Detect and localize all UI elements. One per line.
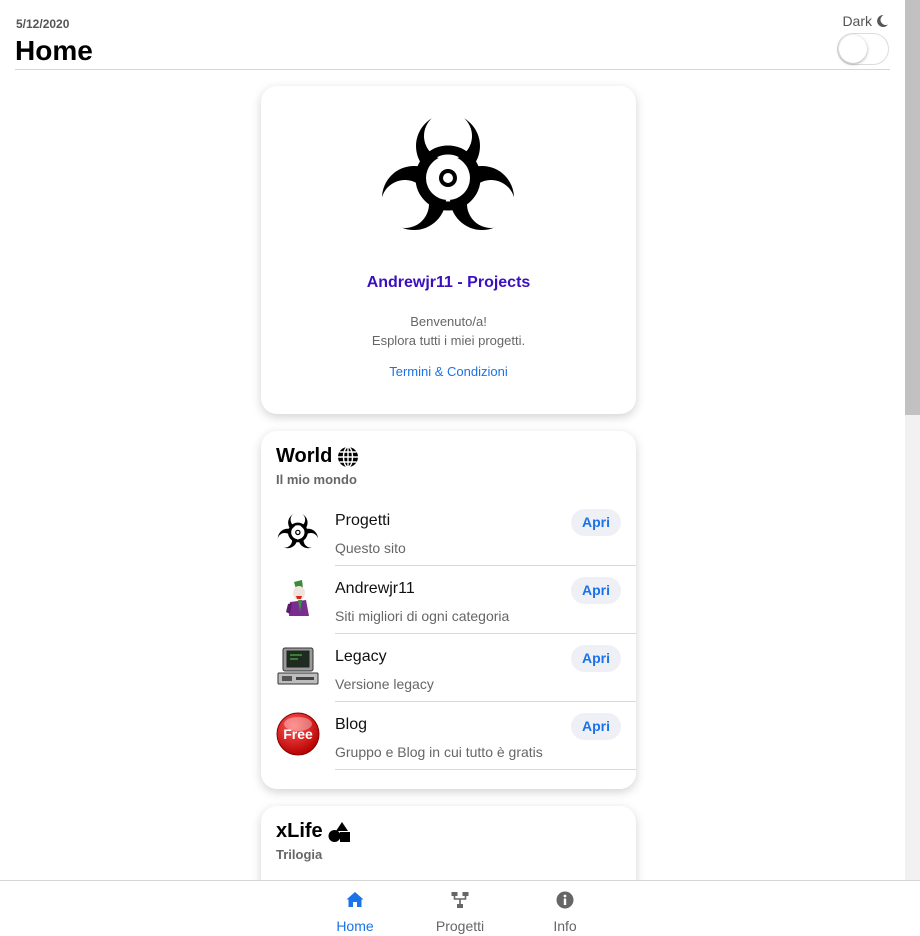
list-item-blog: Free Blog Gruppo e Blog in cui tutto è g…	[261, 702, 636, 770]
dark-mode-toggle[interactable]	[837, 33, 889, 65]
welcome-text: Benvenuto/a! Esplora tutti i miei proget…	[261, 312, 636, 350]
dark-mode-control: Dark	[829, 13, 889, 68]
home-page: 5/12/2020 Home Dark Andrewjr11 - Project…	[0, 0, 920, 936]
retro-computer-icon	[277, 647, 319, 685]
header-date: 5/12/2020	[16, 17, 70, 31]
item-name: Legacy	[335, 648, 387, 665]
world-card: World Il mio mondo Progetti Questo sito …	[261, 431, 636, 789]
app-header: 5/12/2020 Home Dark	[0, 0, 905, 70]
terms-link[interactable]: Termini & Condizioni	[261, 364, 636, 379]
sitemap-icon	[451, 892, 469, 908]
header-divider	[15, 69, 890, 70]
world-list: Progetti Questo sito Apri Andrewjr11 Sit…	[261, 498, 636, 770]
profile-card: Andrewjr11 - Projects Benvenuto/a! Esplo…	[261, 86, 636, 414]
tab-label: Info	[553, 918, 577, 934]
moon-icon	[877, 14, 888, 27]
shapes-icon	[328, 821, 350, 842]
tab-progetti[interactable]: Progetti	[420, 881, 500, 936]
list-item-andrewjr11: Andrewjr11 Siti migliori di ogni categor…	[261, 566, 636, 634]
world-title: World	[276, 445, 359, 468]
scrollbar[interactable]	[905, 0, 920, 880]
welcome-line-2: Esplora tutti i miei progetti.	[371, 333, 526, 348]
tab-home[interactable]: Home	[315, 881, 395, 936]
tab-label: Progetti	[435, 918, 485, 934]
tab-info[interactable]: Info	[525, 881, 605, 936]
item-desc: Gruppo e Blog in cui tutto è gratis	[335, 744, 543, 760]
xlife-subtitle: Trilogia	[276, 847, 323, 862]
open-button[interactable]: Apri	[571, 713, 621, 740]
bottom-tab-bar: Home Progetti Info	[0, 880, 920, 936]
joker-avatar-icon	[286, 580, 309, 616]
world-subtitle: Il mio mondo	[276, 472, 357, 487]
item-desc: Questo sito	[335, 540, 406, 556]
item-name: Blog	[335, 716, 368, 733]
profile-name: Andrewjr11 - Projects	[366, 274, 531, 291]
free-badge-text: Free	[283, 726, 313, 742]
globe-icon	[338, 445, 359, 468]
biohazard-icon	[277, 512, 319, 549]
open-button[interactable]: Apri	[571, 509, 621, 536]
dark-mode-label: Dark	[842, 13, 889, 29]
list-item-progetti: Progetti Questo sito Apri	[261, 498, 636, 566]
free-badge-icon: Free	[276, 712, 320, 756]
item-name: Progetti	[335, 512, 391, 529]
home-icon	[346, 892, 364, 907]
item-divider	[335, 769, 636, 770]
welcome-line-1: Benvenuto/a!	[410, 314, 487, 329]
scrollbar-thumb[interactable]	[905, 0, 920, 415]
dark-mode-text: Dark	[842, 13, 872, 29]
item-desc: Versione legacy	[335, 676, 434, 692]
item-desc: Siti migliori di ogni categoria	[335, 608, 510, 624]
open-button[interactable]: Apri	[571, 645, 621, 672]
xlife-title-text: xLife	[276, 820, 323, 842]
xlife-title: xLife	[276, 820, 352, 843]
world-title-text: World	[276, 445, 333, 467]
biohazard-icon	[381, 112, 515, 230]
page-title: Home	[15, 35, 93, 66]
list-item-legacy: Legacy Versione legacy Apri	[261, 634, 636, 702]
info-icon	[556, 891, 574, 909]
open-button[interactable]: Apri	[571, 577, 621, 604]
tab-label: Home	[336, 918, 374, 934]
item-name: Andrewjr11	[335, 580, 415, 597]
toggle-knob	[839, 35, 867, 63]
